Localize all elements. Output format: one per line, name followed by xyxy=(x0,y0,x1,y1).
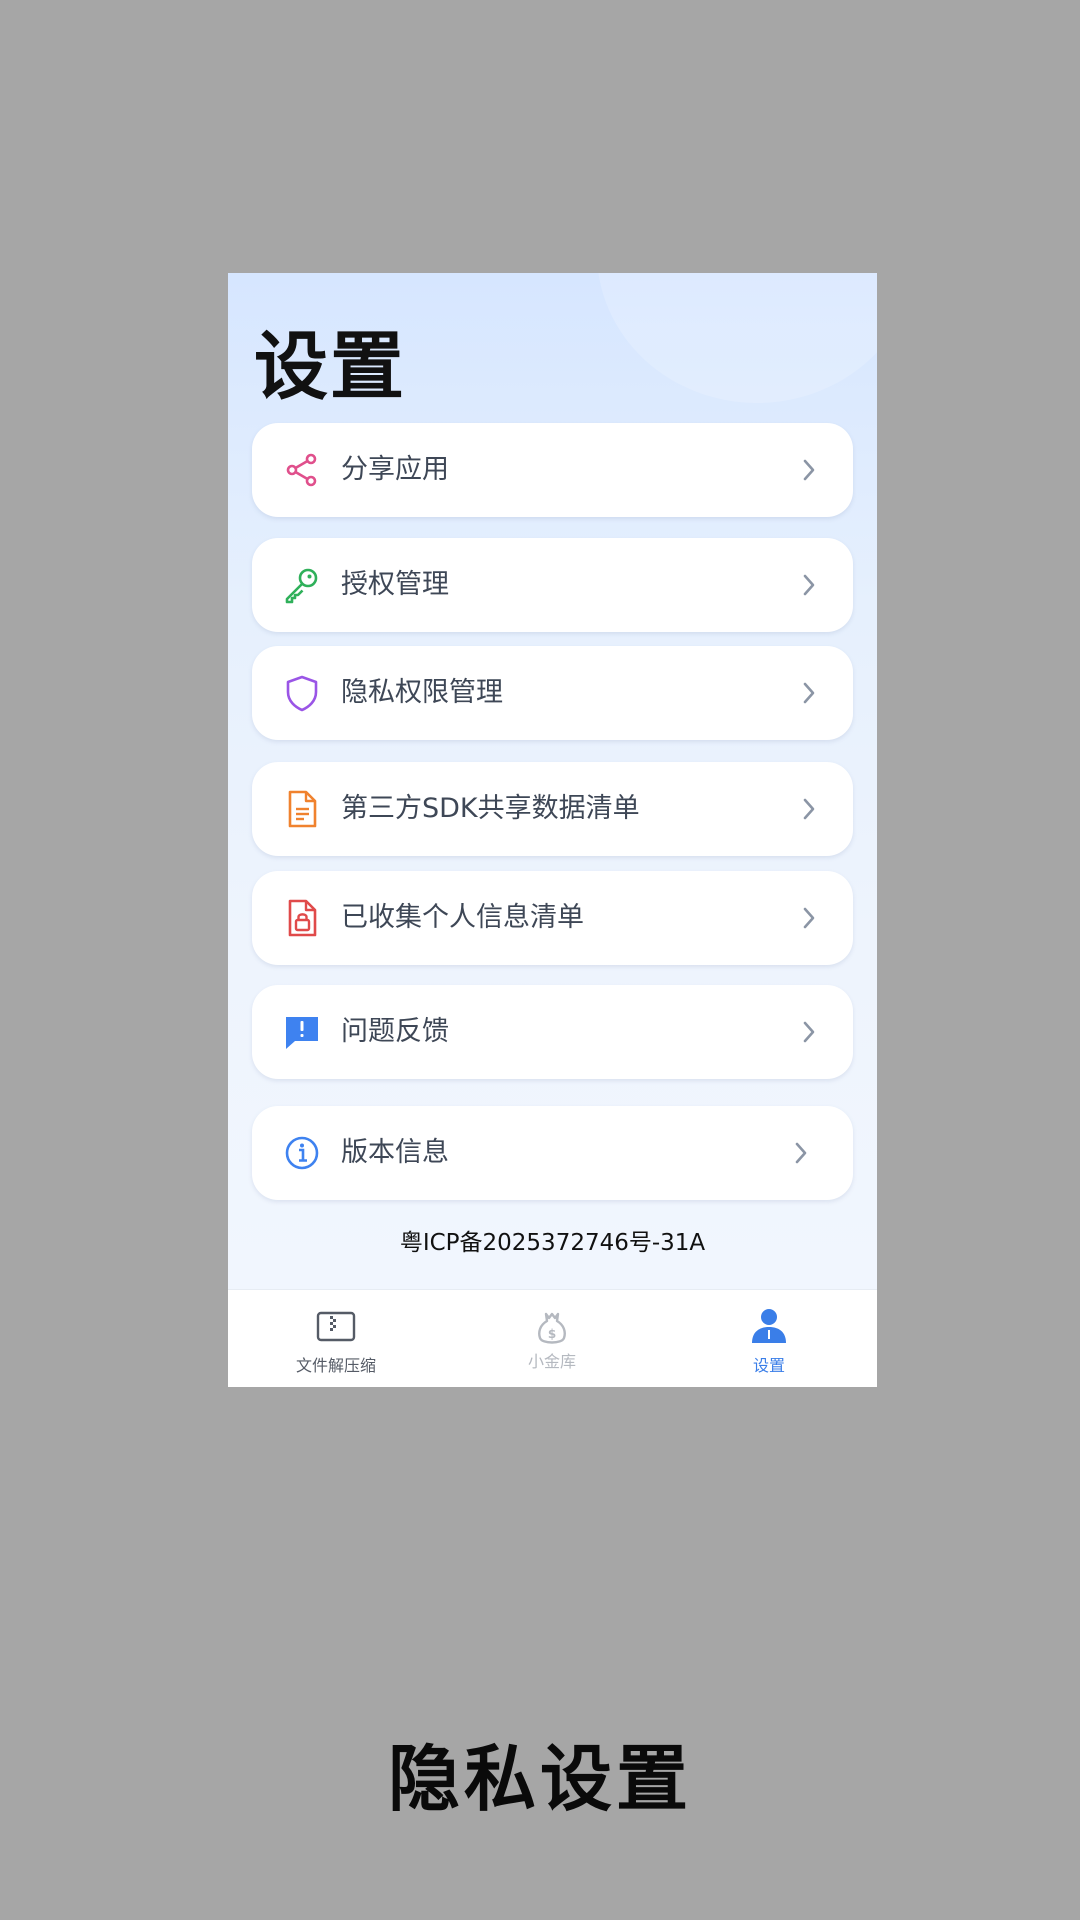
menu-item-authorization[interactable]: 授权管理 xyxy=(252,538,853,632)
menu-item-label: 问题反馈 xyxy=(341,1016,449,1047)
menu-item-third-party-sdk[interactable]: 第三方SDK共享数据清单 xyxy=(252,762,853,856)
feedback-icon xyxy=(282,1012,322,1052)
person-icon xyxy=(749,1306,789,1346)
menu-item-label: 授权管理 xyxy=(341,569,449,600)
chevron-right-icon xyxy=(801,1020,817,1044)
page-title: 设置 xyxy=(254,324,406,410)
tab-small-vault[interactable]: $ 小金库 xyxy=(444,1290,660,1387)
chevron-right-icon xyxy=(801,797,817,821)
menu-item-privacy-permissions[interactable]: 隐私权限管理 xyxy=(252,646,853,740)
key-icon xyxy=(282,565,322,605)
chevron-right-icon xyxy=(801,458,817,482)
page-caption: 隐私设置 xyxy=(387,1737,692,1821)
chevron-right-icon xyxy=(801,573,817,597)
chevron-right-icon xyxy=(801,906,817,930)
money-bag-icon: $ xyxy=(532,1308,572,1348)
tab-settings[interactable]: 设置 xyxy=(661,1290,877,1387)
archive-icon xyxy=(316,1306,356,1346)
icp-license-text: 粤ICP备2025372746号-31A xyxy=(399,1230,706,1256)
menu-item-feedback[interactable]: 问题反馈 xyxy=(252,985,853,1079)
chevron-right-icon xyxy=(793,1141,809,1165)
menu-item-label: 分享应用 xyxy=(341,454,449,485)
menu-item-label: 版本信息 xyxy=(341,1137,449,1168)
menu-item-label: 隐私权限管理 xyxy=(341,677,503,708)
menu-item-collected-personal-info[interactable]: 已收集个人信息清单 xyxy=(252,871,853,965)
lock-document-icon xyxy=(282,898,322,938)
info-icon xyxy=(282,1133,322,1173)
phone-screen: 设置 分享应用 授权管理 隐私权限管理 第三方SDK共享数据清单 已收集个人信息… xyxy=(228,273,877,1387)
share-icon xyxy=(282,450,322,490)
svg-text:$: $ xyxy=(548,1327,556,1341)
menu-item-label: 已收集个人信息清单 xyxy=(341,902,584,933)
tab-label: 设置 xyxy=(752,1356,785,1375)
document-icon xyxy=(282,789,322,829)
tab-file-decompress[interactable]: 文件解压缩 xyxy=(228,1290,444,1387)
chevron-right-icon xyxy=(801,681,817,705)
shield-icon xyxy=(282,673,322,713)
menu-item-version-info[interactable]: 版本信息 xyxy=(252,1106,853,1200)
menu-item-share-app[interactable]: 分享应用 xyxy=(252,423,853,517)
tab-label: 文件解压缩 xyxy=(295,1356,376,1375)
background-decoration xyxy=(597,273,877,403)
menu-item-label: 第三方SDK共享数据清单 xyxy=(341,793,640,824)
tab-label: 小金库 xyxy=(527,1352,576,1371)
bottom-tab-bar: 文件解压缩 $ 小金库 设置 xyxy=(228,1289,877,1387)
